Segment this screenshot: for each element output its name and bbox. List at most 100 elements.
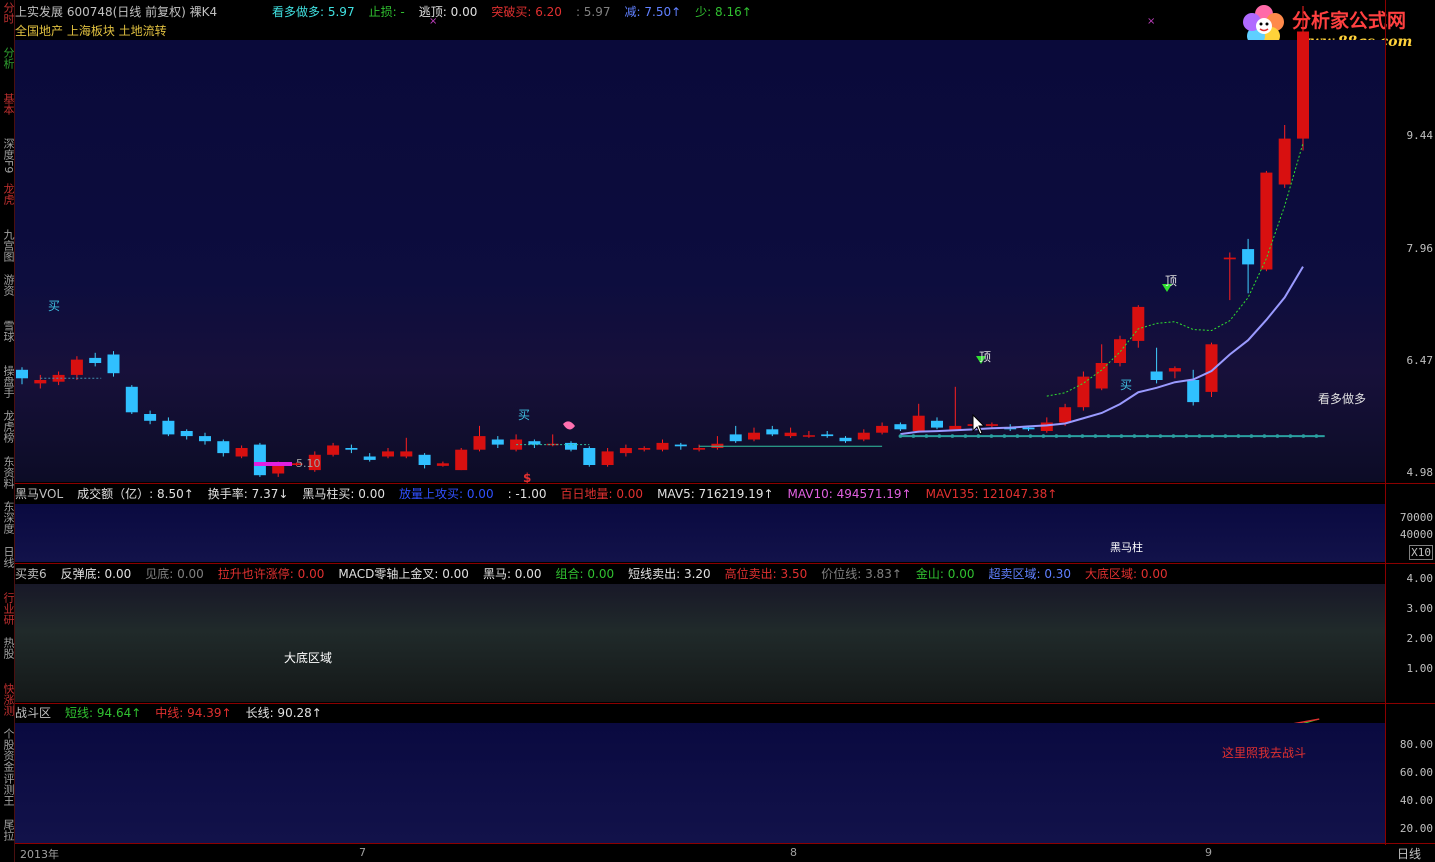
support-dot <box>1314 434 1319 438</box>
volume-indicator-value: 放量上攻买: 0.00 <box>399 487 494 501</box>
support-dot <box>1262 434 1267 438</box>
battle-chart-area[interactable] <box>15 723 1385 843</box>
candle-body <box>162 420 175 435</box>
support-dot <box>1158 434 1163 438</box>
trade-indicator-value: 短线卖出: 3.20 <box>628 567 711 581</box>
support-dot <box>1197 434 1202 438</box>
candle-body <box>1059 407 1072 423</box>
candle-body <box>1168 368 1181 372</box>
trade-tick: 1.00 <box>1406 662 1434 675</box>
time-axis: 2013年 7 8 9 日线 <box>15 845 1435 862</box>
candle-body <box>327 445 340 455</box>
candle-body <box>34 380 47 384</box>
time-label: 2013年 <box>20 848 59 861</box>
battle-axis: 80.00 60.00 40.00 20.00 <box>1386 723 1435 843</box>
candle-body <box>674 444 687 447</box>
candle-body <box>912 415 925 431</box>
support-dot <box>898 434 903 438</box>
candle-body <box>1077 376 1090 408</box>
candle-body <box>601 451 614 465</box>
support-dot <box>1093 434 1098 438</box>
support-dot <box>1015 434 1020 438</box>
volume-panel-header: 黑马VOL 成交额（亿）: 8.50↑ 换手率: 7.37↓ 黑马柱买: 0.00 放量… <box>15 486 1071 502</box>
candle-body <box>52 374 65 382</box>
candle-body <box>583 448 596 465</box>
support-dot <box>1041 434 1046 438</box>
support-dot <box>950 434 955 438</box>
candle-body <box>985 424 998 426</box>
support-dot <box>1132 434 1137 438</box>
time-label: 8 <box>790 846 797 859</box>
candle-body <box>1187 380 1200 403</box>
trade-panel-header: 买卖6 反弹底: 0.00 见底: 0.00 拉升也许涨停: 0.00 MACD零轴上金… <box>15 566 1182 582</box>
volume-indicator-value: 百日地量: 0.00 <box>560 487 644 501</box>
volume-indicator-value: MAV10: 494571.19↑ <box>787 487 912 501</box>
candle-body <box>1040 422 1053 431</box>
support-dot <box>1171 434 1176 438</box>
panel-divider <box>15 703 1435 704</box>
candle-body <box>345 448 358 450</box>
candle-body <box>784 432 797 437</box>
panel-divider <box>15 843 1435 844</box>
support-dot <box>1028 434 1033 438</box>
support-dot <box>1275 434 1280 438</box>
low-price-label: 5.10 <box>296 457 321 470</box>
candle-body <box>1095 363 1108 389</box>
panel-divider <box>15 563 1435 564</box>
support-dot <box>1145 434 1150 438</box>
trade-indicator-value: 超卖区域: 0.30 <box>988 567 1072 581</box>
candle-body <box>1297 31 1309 139</box>
volume-indicator-value: MAV135: 121047.38↑ <box>925 487 1058 501</box>
trade-tick: 3.00 <box>1406 602 1434 615</box>
axis-divider <box>1385 0 1386 845</box>
candle-body <box>125 386 138 413</box>
candle-body <box>436 463 449 466</box>
candle-body <box>89 357 102 363</box>
candle-body <box>107 354 120 374</box>
support-dot <box>1301 434 1306 438</box>
price-tick: 7.96 <box>1406 242 1434 255</box>
support-dot <box>1184 434 1189 438</box>
period-button[interactable]: 日线 <box>1397 845 1421 862</box>
volume-tick: 40000 <box>1399 528 1433 541</box>
candle-body <box>180 431 193 437</box>
battle-annotation: 这里照我去战斗 <box>1222 746 1307 760</box>
support-dot <box>1288 434 1293 438</box>
top-signal-label: 顶 <box>979 350 992 364</box>
candle-body <box>1223 257 1236 260</box>
volume-marker-label: 黑马柱 <box>1110 541 1143 554</box>
candle-body <box>144 414 157 421</box>
volume-axis: 70000 40000 X10 <box>1386 504 1435 562</box>
trade-indicator-value: MACD零轴上金叉: 0.00 <box>338 567 469 581</box>
support-dot <box>911 434 916 438</box>
gem-icon <box>563 421 575 430</box>
battle-tick: 80.00 <box>1399 738 1433 751</box>
trade-indicator-value: 反弹底: 0.00 <box>60 567 132 581</box>
support-dot <box>924 434 929 438</box>
candle-body <box>363 456 376 460</box>
support-dot <box>989 434 994 438</box>
close-icon[interactable]: × <box>1147 16 1155 27</box>
candle-body <box>16 369 28 379</box>
volume-indicator-value: : -1.00 <box>507 487 547 501</box>
candle-body <box>1260 172 1273 270</box>
trade-indicator-value: 买卖6 <box>15 567 47 581</box>
support-dot <box>1119 434 1124 438</box>
volume-scale-tick: X10 <box>1409 545 1433 560</box>
battle-indicator-value: 战斗区 <box>15 706 52 720</box>
volume-indicator-value: 换手率: 7.37↓ <box>207 487 289 501</box>
candle-body <box>1132 306 1145 341</box>
close-icon[interactable]: × <box>429 16 437 27</box>
candle-body <box>1114 339 1126 363</box>
candle-body <box>253 444 266 476</box>
trade-indicator-value: 黑马: 0.00 <box>482 567 542 581</box>
trade-chart-area[interactable] <box>15 584 1385 702</box>
support-dot <box>1067 434 1072 438</box>
volume-chart-area[interactable] <box>15 504 1385 562</box>
trade-tick: 4.00 <box>1406 572 1434 585</box>
volume-indicator-value: 黑马VOL <box>15 487 64 501</box>
trade-indicator-value: 金山: 0.00 <box>915 567 975 581</box>
candle-body <box>748 432 760 440</box>
volume-indicator-value: 黑马柱买: 0.00 <box>302 487 385 501</box>
candle-body <box>382 451 394 457</box>
